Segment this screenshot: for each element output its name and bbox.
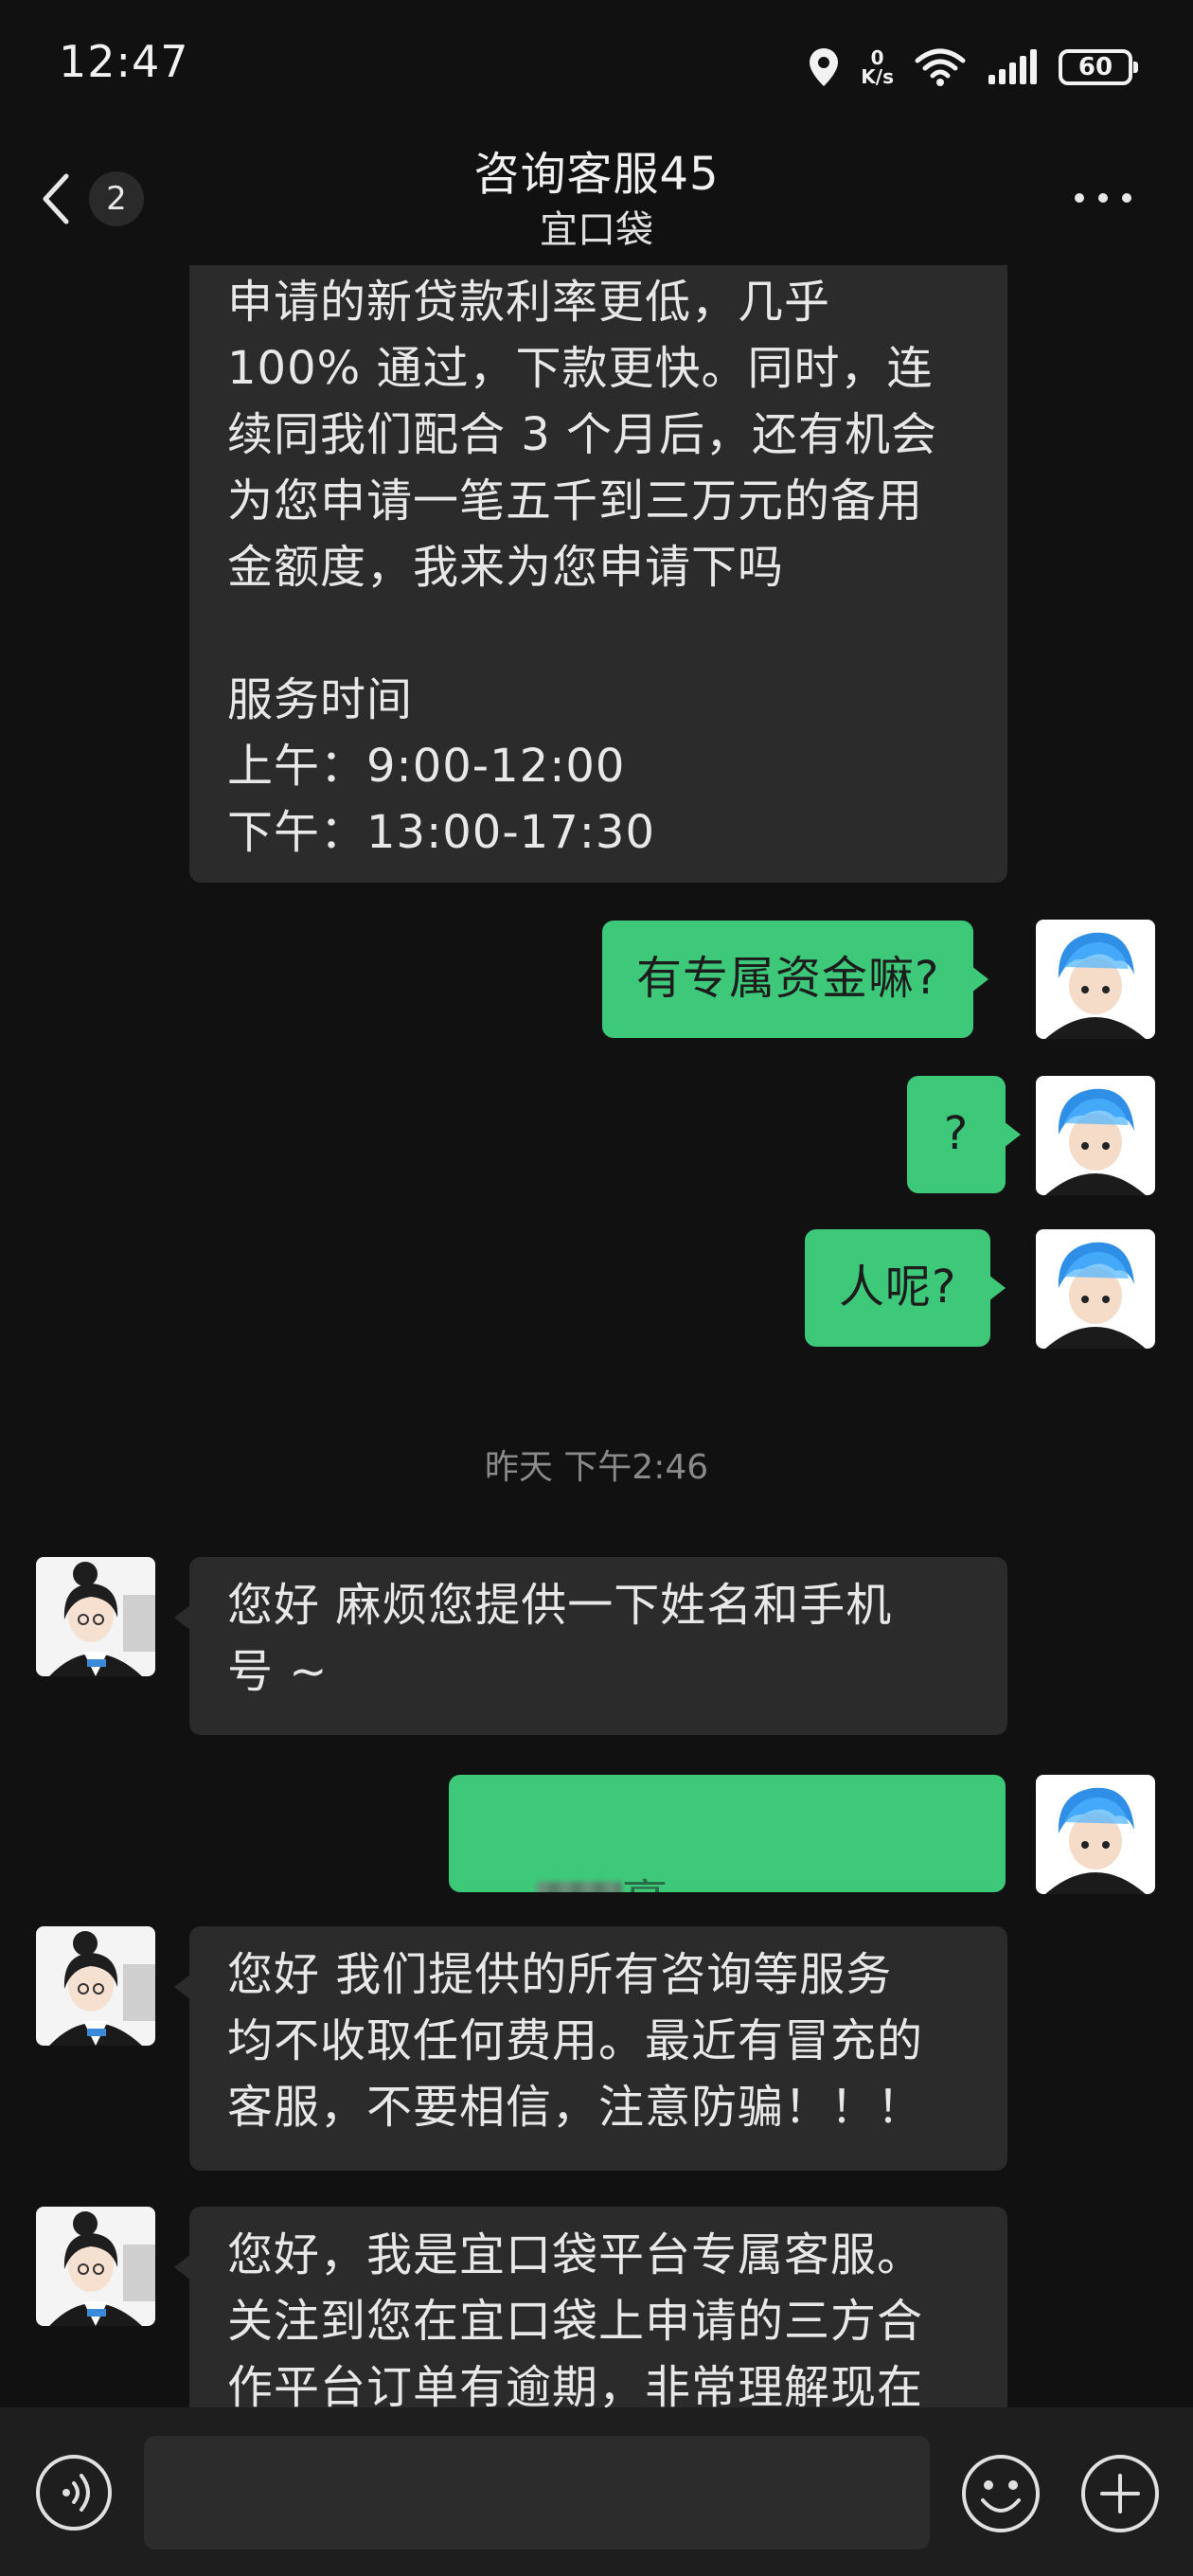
message-bubble-incoming[interactable]: 申请的新贷款利率更低，几乎 100% 通过，下款更快。同时，连 续同我们配合 3… <box>189 265 1007 883</box>
my-avatar[interactable] <box>1036 1229 1155 1349</box>
voice-icon <box>36 2455 112 2531</box>
message-input-bar <box>0 2407 1193 2576</box>
more-dots-icon <box>1075 193 1131 203</box>
wifi-icon <box>915 48 966 86</box>
unread-count-badge: 2 <box>89 171 144 226</box>
message-bubble-incoming[interactable]: 您好 麻烦您提供一下姓名和手机 号 ~ <box>174 1557 1007 1735</box>
more-options-button[interactable] <box>1070 174 1136 222</box>
message-bubble-outgoing[interactable]: 人呢? <box>805 1229 1007 1347</box>
battery-indicator: 60 <box>1059 49 1138 85</box>
message-bubble-incoming[interactable]: 您好 我们提供的所有咨询等服务 均不收取任何费用。最近有冒充的 客服，不要相信，… <box>174 1926 1007 2171</box>
visible-name-fragment: 豪 <box>622 1875 668 1892</box>
signal-icon <box>988 49 1037 84</box>
net-speed-value: 0 <box>870 46 884 69</box>
chat-title: 咨询客服45 <box>473 148 720 201</box>
message-timestamp: 昨天 下午2:46 <box>484 1448 709 1487</box>
chat-message-list[interactable]: 申请的新贷款利率更低，几乎 100% 通过，下款更快。同时，连 续同我们配合 3… <box>0 265 1193 2407</box>
more-functions-button[interactable] <box>1079 2453 1161 2534</box>
status-time: 12:47 <box>59 36 189 87</box>
message-bubble-outgoing[interactable]: 有专属资金嘛? <box>602 921 989 1038</box>
emoji-button[interactable] <box>960 2453 1042 2534</box>
net-speed-unit: K/s <box>861 65 894 88</box>
agent-avatar[interactable] <box>36 2207 155 2326</box>
message-bubble-outgoing-redacted[interactable]: 豪 131 <box>449 1775 1006 1892</box>
battery-level: 60 <box>1077 53 1113 81</box>
message-bubble-outgoing[interactable]: ? <box>907 1076 1021 1193</box>
back-button[interactable]: 2 <box>38 161 144 237</box>
my-avatar[interactable] <box>1036 920 1155 1039</box>
plus-icon <box>1081 2455 1159 2532</box>
agent-avatar[interactable] <box>36 1926 155 2046</box>
emoji-icon <box>962 2455 1040 2532</box>
my-avatar[interactable] <box>1036 1076 1155 1195</box>
message-bubble-incoming[interactable]: 您好，我是宜口袋平台专属客服。 关注到您在宜口袋上申请的三方合 作平台订单有逾期… <box>174 2207 1007 2407</box>
chevron-left-icon <box>43 173 69 224</box>
redacted-name <box>537 1882 623 1892</box>
agent-avatar[interactable] <box>36 1557 155 1676</box>
chat-header: 咨询客服45 宜口袋 2 <box>0 133 1193 265</box>
chat-subtitle: 宜口袋 <box>540 208 653 252</box>
message-input[interactable] <box>144 2436 930 2549</box>
voice-input-button[interactable] <box>34 2453 114 2532</box>
status-icons: 0 K/s 60 <box>808 38 1138 97</box>
my-avatar[interactable] <box>1036 1775 1155 1894</box>
net-speed: 0 K/s <box>861 48 894 86</box>
location-icon <box>810 48 839 86</box>
status-bar: 12:47 0 K/s 60 <box>0 0 1193 133</box>
